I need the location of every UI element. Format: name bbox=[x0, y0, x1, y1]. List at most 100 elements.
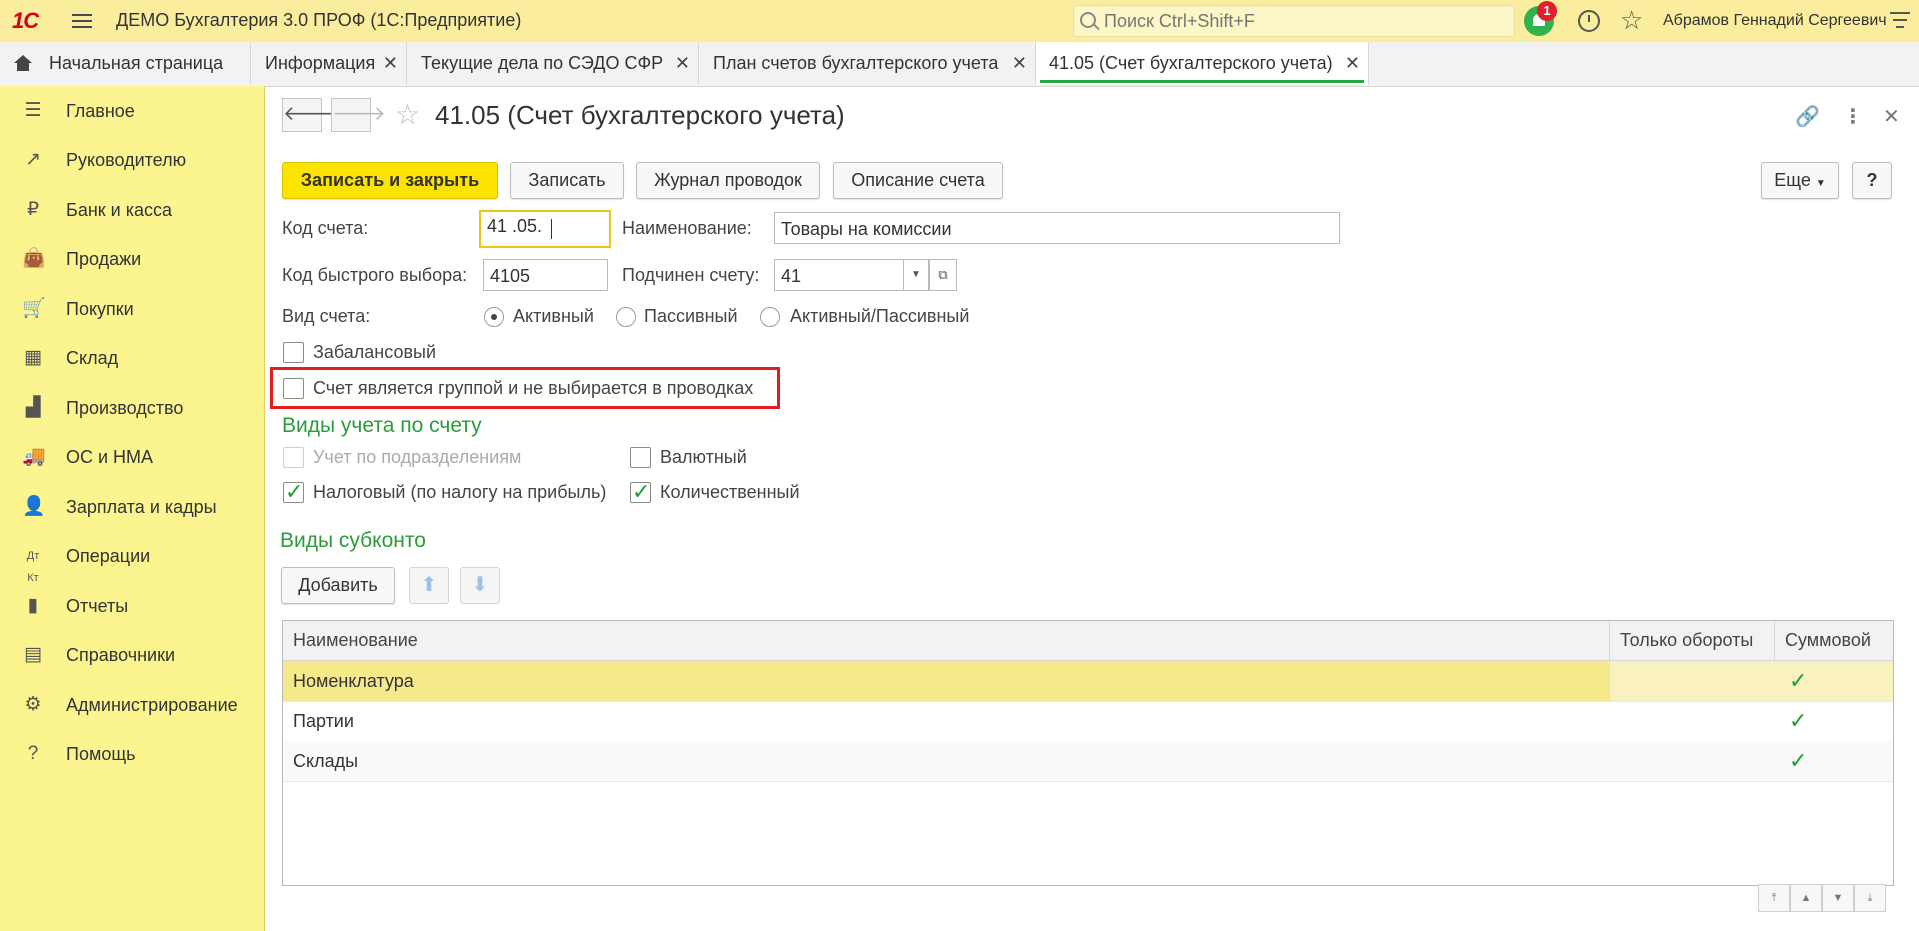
radio-passive[interactable] bbox=[616, 307, 636, 327]
scroll-last-icon[interactable]: ⤓ bbox=[1854, 884, 1886, 912]
currency-checkbox[interactable] bbox=[630, 447, 651, 468]
quick-code-label: Код быстрого выбора: bbox=[282, 265, 468, 285]
move-down-icon[interactable]: ⬇ bbox=[460, 567, 500, 604]
global-search[interactable] bbox=[1073, 5, 1515, 37]
check-icon[interactable]: ✓ bbox=[1775, 661, 1893, 701]
gear-icon: ⚙ bbox=[24, 694, 42, 715]
sidebar-item-warehouse[interactable]: ▦ Склад bbox=[0, 339, 264, 379]
truck-icon: 🚚 bbox=[22, 446, 46, 467]
sidebar-item-fixed-assets[interactable]: 🚚 ОС и НМА bbox=[0, 438, 264, 478]
radio-active-passive-label: Активный/Пассивный bbox=[790, 306, 970, 326]
back-button[interactable]: 🡐 bbox=[282, 98, 337, 132]
sidebar-item-main[interactable]: ☰ Главное bbox=[0, 92, 264, 132]
check-icon[interactable]: ✓ bbox=[1775, 701, 1893, 741]
link-icon[interactable]: 🔗 bbox=[1795, 104, 1820, 129]
tab-current-tasks[interactable]: Текущие дела по СЭДО СФР ✕ bbox=[407, 42, 699, 85]
table-row[interactable]: Склады ✓ bbox=[283, 741, 1893, 782]
col-sum-header[interactable]: Суммовой bbox=[1775, 621, 1893, 660]
settings-menu-icon[interactable] bbox=[1890, 12, 1910, 32]
group-label: Счет является группой и не выбирается в … bbox=[313, 378, 754, 398]
quick-code-field[interactable]: 4105 bbox=[483, 259, 608, 291]
sidebar-item-help[interactable]: ? Помощь bbox=[0, 735, 264, 775]
table-row[interactable]: Номенклатура ✓ bbox=[283, 661, 1893, 702]
parent-dropdown-button[interactable]: ▼ bbox=[903, 259, 929, 291]
cart-icon: 🛒 bbox=[22, 298, 46, 319]
tab-chart-of-accounts[interactable]: План счетов бухгалтерского учета ✕ bbox=[699, 42, 1036, 85]
move-up-icon[interactable]: ⬆ bbox=[409, 567, 449, 604]
offbalance-label: Забалансовый bbox=[313, 342, 437, 362]
forward-button[interactable]: 🡒 bbox=[331, 98, 386, 132]
col-turnover-header[interactable]: Только обороты bbox=[1610, 621, 1775, 660]
sidebar-item-directories[interactable]: ▤ Справочники bbox=[0, 636, 264, 676]
close-icon[interactable]: ✕ bbox=[383, 42, 398, 85]
sidebar-item-salary[interactable]: 👤 Зарплата и кадры bbox=[0, 488, 264, 528]
scroll-up-icon[interactable]: ▲ bbox=[1790, 884, 1822, 912]
row-turnover[interactable] bbox=[1610, 661, 1775, 701]
main-menu-icon[interactable] bbox=[72, 11, 92, 31]
sidebar-item-reports[interactable]: ▮ Отчеты bbox=[0, 587, 264, 627]
top-bar: 1С ДЕМО Бухгалтерия 3.0 ПРОФ (1С:Предпри… bbox=[0, 0, 1919, 42]
check-icon: ✓ bbox=[285, 479, 304, 504]
scroll-down-icon[interactable]: ▼ bbox=[1822, 884, 1854, 912]
close-icon[interactable]: ✕ bbox=[1345, 42, 1360, 85]
sidebar-item-admin[interactable]: ⚙ Администрирование bbox=[0, 686, 264, 726]
close-icon[interactable]: ✕ bbox=[1012, 42, 1027, 85]
parent-account-field[interactable]: 41 bbox=[774, 259, 904, 291]
text-caret bbox=[551, 219, 552, 239]
coin-icon: ₽ bbox=[26, 199, 40, 220]
scroll-first-icon[interactable]: ⤒ bbox=[1758, 884, 1790, 912]
subconto-section-title: Виды субконто bbox=[280, 529, 426, 552]
dt-kt-icon: Дт Кт bbox=[26, 550, 40, 584]
trend-icon: ↗ bbox=[25, 149, 41, 170]
sidebar-item-operations[interactable]: Дт Кт Операции bbox=[0, 537, 264, 584]
accounting-section-title: Виды учета по счету bbox=[282, 414, 482, 437]
search-input[interactable] bbox=[1102, 9, 1506, 33]
group-checkbox[interactable] bbox=[283, 378, 304, 399]
more-button[interactable]: Еще ▼ bbox=[1761, 162, 1839, 199]
radio-active-passive[interactable] bbox=[760, 307, 780, 327]
history-icon[interactable] bbox=[1578, 10, 1600, 32]
close-icon[interactable]: ✕ bbox=[675, 42, 690, 85]
sidebar-item-sales[interactable]: 👜 Продажи bbox=[0, 240, 264, 280]
person-icon: 👤 bbox=[22, 496, 46, 517]
name-field[interactable]: Товары на комиссии bbox=[774, 212, 1340, 244]
favorites-star-icon[interactable]: ☆ bbox=[1620, 5, 1643, 36]
radio-active[interactable] bbox=[484, 307, 504, 327]
chevron-down-icon: ▼ bbox=[1815, 178, 1826, 189]
notifications-badge: 1 bbox=[1537, 1, 1557, 21]
offbalance-checkbox[interactable] bbox=[283, 342, 304, 363]
add-button[interactable]: Добавить bbox=[281, 567, 395, 604]
tax-label: Налоговый (по налогу на прибыль) bbox=[313, 482, 607, 502]
journal-button[interactable]: Журнал проводок bbox=[636, 162, 820, 199]
more-vertical-icon[interactable]: ⋮ bbox=[1843, 104, 1863, 129]
close-form-icon[interactable]: ✕ bbox=[1883, 104, 1900, 129]
open-parent-button[interactable]: ⧉ bbox=[929, 259, 957, 291]
currency-label: Валютный bbox=[660, 447, 747, 467]
tab-account-41-05[interactable]: 41.05 (Счет бухгалтерского учета) ✕ bbox=[1036, 42, 1369, 85]
name-label: Наименование: bbox=[622, 218, 752, 238]
tab-home[interactable]: Начальная страница bbox=[0, 42, 251, 85]
sidebar-item-manager[interactable]: ↗ Руководителю bbox=[0, 141, 264, 181]
dept-label: Учет по подразделениям bbox=[313, 447, 522, 467]
save-button[interactable]: Записать bbox=[510, 162, 624, 199]
warehouse-icon: ▦ bbox=[24, 347, 42, 368]
radio-passive-label: Пассивный bbox=[644, 306, 738, 326]
user-name[interactable]: Абрамов Геннадий Сергеевич bbox=[1663, 12, 1887, 30]
save-and-close-button[interactable]: Записать и закрыть bbox=[282, 162, 498, 199]
code-field[interactable]: 41 .05. bbox=[479, 210, 611, 248]
check-icon[interactable]: ✓ bbox=[1775, 741, 1893, 781]
sidebar-item-production[interactable]: ▟ Производство bbox=[0, 389, 264, 429]
dept-checkbox[interactable] bbox=[283, 447, 304, 468]
row-name: Номенклатура bbox=[283, 661, 1610, 701]
col-name-header[interactable]: Наименование bbox=[283, 621, 1610, 660]
account-description-button[interactable]: Описание счета bbox=[833, 162, 1003, 199]
sidebar-item-purchases[interactable]: 🛒 Покупки bbox=[0, 290, 264, 330]
tab-info[interactable]: Информация ✕ bbox=[251, 42, 407, 85]
row-name: Партии bbox=[293, 711, 354, 731]
table-row[interactable]: Партии ✓ bbox=[283, 701, 1893, 742]
favorite-star-icon[interactable]: ☆ bbox=[395, 98, 420, 131]
help-button[interactable]: ? bbox=[1852, 162, 1892, 199]
account-type-label: Вид счета: bbox=[282, 306, 371, 326]
subconto-table: Наименование Только обороты Суммовой Ном… bbox=[282, 620, 1894, 886]
sidebar-item-bank[interactable]: ₽ Банк и касса bbox=[0, 191, 264, 231]
